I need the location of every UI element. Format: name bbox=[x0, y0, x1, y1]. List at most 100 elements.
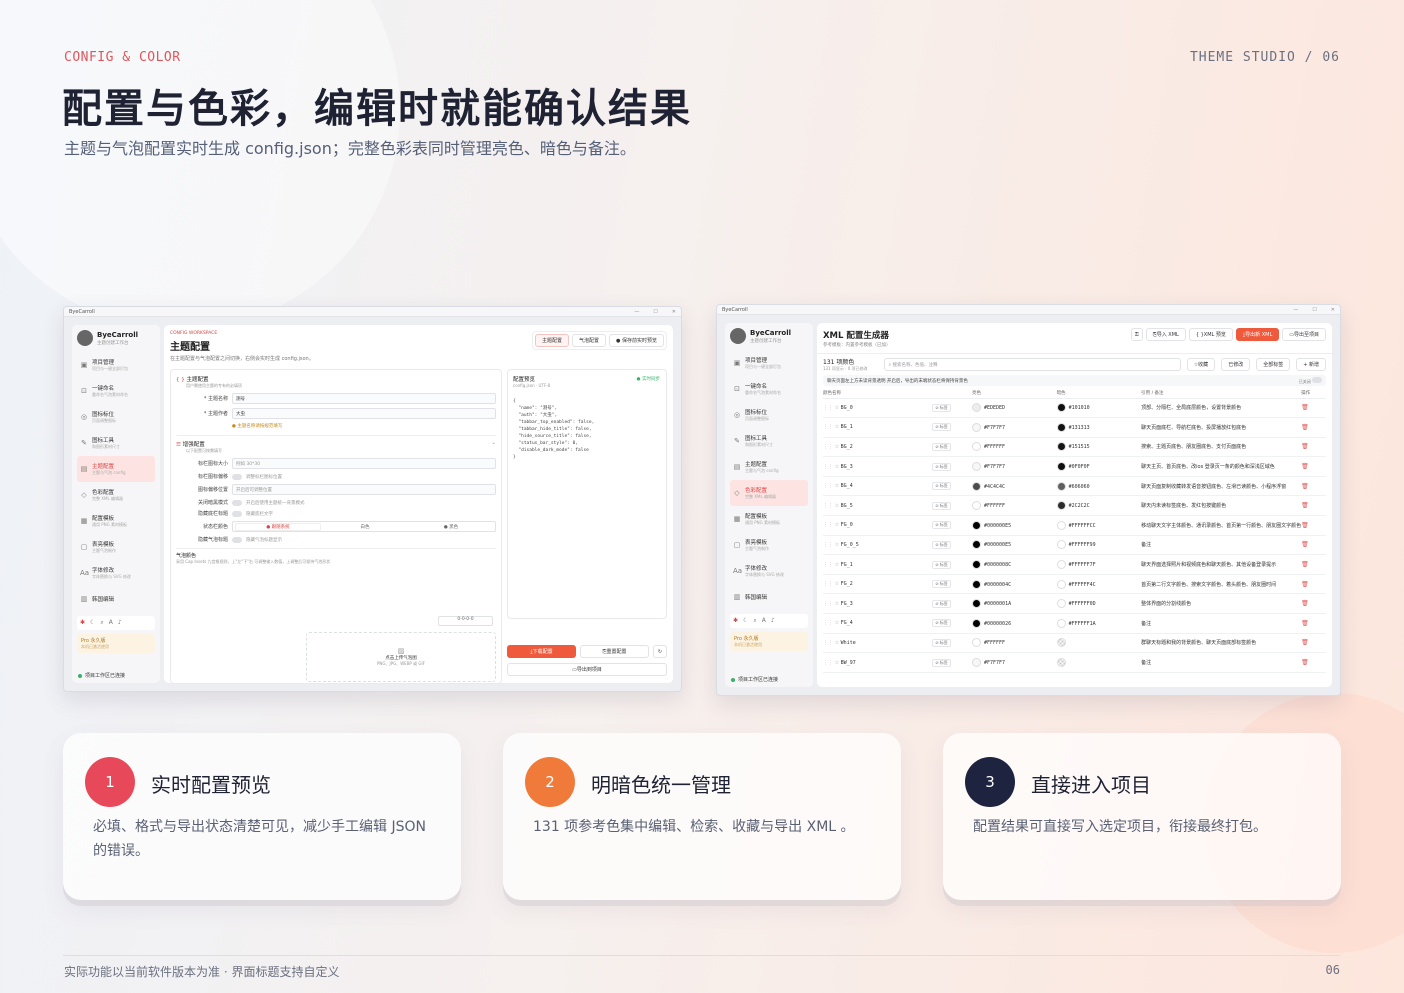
sidebar-item[interactable]: ▢ 表亮模板 主题气泡制作 bbox=[77, 534, 155, 560]
record-icon[interactable]: ✱ bbox=[733, 617, 738, 625]
sidebar-item[interactable]: Aa 字体修改 字体替换与 SVG 修改 bbox=[77, 560, 155, 586]
delete-icon[interactable]: 🗑 bbox=[1301, 561, 1309, 568]
drag-handle-icon[interactable]: ⋮⋮ bbox=[823, 640, 833, 646]
delete-icon[interactable]: 🗑 bbox=[1301, 541, 1309, 548]
export-xml-button[interactable]: ⤓ 导出新 XML bbox=[1235, 328, 1280, 341]
sound-icon[interactable]: ♪ bbox=[771, 617, 775, 625]
moon-icon[interactable]: ☾ bbox=[90, 619, 95, 627]
color-swatch[interactable] bbox=[971, 462, 981, 472]
color-swatch[interactable] bbox=[971, 520, 981, 530]
color-swatch[interactable] bbox=[1056, 540, 1066, 550]
dark-value[interactable]: #101010 bbox=[1066, 405, 1090, 411]
dark-value[interactable]: #FFFFFF4C bbox=[1066, 582, 1096, 588]
sidebar-item[interactable]: ▣ 项目管理 项目与一键全部打包 bbox=[77, 352, 155, 378]
refresh-icon[interactable]: ↻ bbox=[653, 645, 667, 658]
tag-button[interactable]: ⊘ 标签 bbox=[932, 599, 951, 608]
star-icon[interactable]: ☆ bbox=[835, 522, 839, 528]
light-value[interactable]: #0000004C bbox=[981, 582, 1011, 588]
table-row[interactable]: ⋮⋮ ☆ FG_4 ⊘ 标签 #00000026 #FFFFFF1A 备注 🗑 bbox=[823, 613, 1326, 634]
sidebar-item[interactable]: ▥ 韩国编辑 bbox=[77, 586, 155, 612]
tag-button[interactable]: ⊘ 标签 bbox=[932, 580, 951, 589]
table-row[interactable]: ⋮⋮ ☆ BW_97 ⊘ 标签 #F7F7F7 备注 🗑 bbox=[823, 652, 1326, 673]
tag-button[interactable]: ⊘ 标签 bbox=[932, 638, 951, 647]
sidebar-item[interactable]: ◎ 图标标位 页面调整图标 bbox=[77, 404, 155, 430]
star-icon[interactable]: ☆ bbox=[835, 640, 839, 646]
table-row[interactable]: ⋮⋮ ☆ BG_5 ⊘ 标签 #FFFFFF #2C2C2C 聊天内未读标签底色、发… bbox=[823, 495, 1326, 517]
color-swatch[interactable] bbox=[971, 579, 981, 589]
text-input[interactable]: 例如 30*30 bbox=[232, 458, 496, 469]
statusbar-option[interactable]: ● 黑色 bbox=[409, 524, 493, 530]
star-icon[interactable]: ☆ bbox=[835, 601, 839, 607]
star-icon[interactable]: ☆ bbox=[835, 620, 839, 626]
tag-button[interactable]: ⊘ 标签 bbox=[932, 521, 951, 530]
toggle-switch[interactable] bbox=[232, 499, 242, 506]
table-row[interactable]: ⋮⋮ ☆ BG_3 ⊘ 标签 #F7F7F7 #0F0F0F 聊天主页、首页底色、改… bbox=[823, 456, 1326, 477]
drag-handle-icon[interactable]: ⋮⋮ bbox=[823, 464, 833, 470]
drag-handle-icon[interactable]: ⋮⋮ bbox=[823, 444, 833, 450]
delete-icon[interactable]: 🗑 bbox=[1301, 483, 1309, 490]
color-swatch[interactable] bbox=[971, 658, 981, 668]
table-row[interactable]: ⋮⋮ ☆ White ⊘ 标签 #FFFFFF 群聊天标题和我的背景颜色、聊天页面… bbox=[823, 633, 1326, 654]
dark-value[interactable]: #FFFFFF99 bbox=[1066, 542, 1096, 548]
light-value[interactable]: #0000008C bbox=[981, 562, 1011, 568]
tag-button[interactable]: ⊘ 标签 bbox=[932, 403, 951, 412]
color-swatch[interactable] bbox=[1056, 442, 1066, 452]
light-value[interactable]: #F7F7F7 bbox=[981, 464, 1005, 470]
delete-icon[interactable]: 🗑 bbox=[1301, 581, 1309, 588]
sidebar-item[interactable]: ⊡ 一键命名 重命名气泡素材命名 bbox=[730, 376, 808, 402]
toggle-switch[interactable] bbox=[232, 536, 242, 543]
delete-icon[interactable]: 🗑 bbox=[1301, 424, 1309, 431]
light-value[interactable]: #0000001A bbox=[981, 601, 1011, 607]
dark-value[interactable]: #FFFFFF7F bbox=[1066, 562, 1096, 568]
delete-icon[interactable]: 🗑 bbox=[1301, 404, 1309, 411]
record-icon[interactable]: ✱ bbox=[80, 619, 85, 627]
modified-filter[interactable]: 已修改 bbox=[1221, 358, 1251, 371]
drag-handle-icon[interactable]: ⋮⋮ bbox=[823, 581, 833, 587]
color-swatch[interactable] bbox=[971, 599, 981, 609]
export-project-button[interactable]: ▭ 导出至项目 bbox=[1282, 328, 1326, 341]
star-icon[interactable]: ☆ bbox=[835, 660, 839, 666]
color-swatch[interactable] bbox=[1056, 462, 1066, 472]
light-value[interactable]: #00000026 bbox=[981, 621, 1011, 627]
color-swatch[interactable] bbox=[1056, 560, 1066, 570]
tag-button[interactable]: ⊘ 标签 bbox=[932, 501, 951, 510]
download-config-button[interactable]: ⤓ 下载配置 bbox=[507, 645, 576, 658]
add-color-button[interactable]: + 新增 bbox=[1296, 358, 1326, 371]
dark-value[interactable]: #FFFFFF0D bbox=[1066, 601, 1096, 607]
delete-icon[interactable]: 🗑 bbox=[1301, 600, 1309, 607]
star-icon[interactable]: ☆ bbox=[835, 562, 839, 568]
dark-value[interactable]: #131313 bbox=[1066, 425, 1090, 431]
drag-handle-icon[interactable]: ⋮⋮ bbox=[823, 542, 833, 548]
dark-value[interactable]: #0F0F0F bbox=[1066, 464, 1090, 470]
star-icon[interactable]: ☆ bbox=[835, 542, 839, 548]
drag-handle-icon[interactable]: ⋮⋮ bbox=[823, 562, 833, 568]
theme-name-input[interactable]: 测号 bbox=[232, 393, 496, 404]
drag-handle-icon[interactable]: ⋮⋮ bbox=[823, 660, 833, 666]
light-value[interactable]: #FFFFFF bbox=[981, 640, 1005, 646]
sidebar-item[interactable]: ▢ 表亮模板 主题气泡制作 bbox=[730, 532, 808, 558]
dark-value[interactable]: #FFFFFF1A bbox=[1066, 621, 1096, 627]
table-row[interactable]: ⋮⋮ ☆ FG_0 ⊘ 标签 #000000E5 #FFFFFFCC 移动聊天文字主… bbox=[823, 515, 1326, 536]
sidebar-item[interactable]: ▤ 主题配置 主题与气泡 config bbox=[730, 454, 808, 480]
tag-button[interactable]: ⊘ 标签 bbox=[932, 540, 951, 549]
color-swatch[interactable] bbox=[971, 442, 981, 452]
sidebar-item[interactable]: Aa 字体修改 字体替换与 SVG 修改 bbox=[730, 558, 808, 584]
drag-handle-icon[interactable]: ⋮⋮ bbox=[823, 405, 833, 411]
delete-icon[interactable]: 🗑 bbox=[1301, 659, 1309, 666]
tag-button[interactable]: ⊘ 标签 bbox=[932, 462, 951, 471]
reset-config-button[interactable]: ⎘ 重置配置 bbox=[580, 645, 649, 658]
light-value[interactable]: #FFFFFF bbox=[981, 444, 1005, 450]
delete-icon[interactable]: 🗑 bbox=[1301, 502, 1309, 509]
tag-button[interactable]: ⊘ 标签 bbox=[932, 482, 951, 491]
tag-button[interactable]: ⊘ 标签 bbox=[932, 442, 951, 451]
color-swatch[interactable] bbox=[971, 540, 981, 550]
delete-icon[interactable]: 🗑 bbox=[1301, 463, 1309, 470]
toggle-switch[interactable] bbox=[232, 510, 242, 517]
sidebar-item[interactable]: ◎ 图标标位 页面调整图标 bbox=[730, 402, 808, 428]
favorites-filter[interactable]: ☆ 收藏 bbox=[1186, 358, 1216, 371]
key-icon[interactable]: ⚿ bbox=[1130, 328, 1143, 341]
drag-handle-icon[interactable]: ⋮⋮ bbox=[823, 601, 833, 607]
tag-filter-select[interactable]: 全部标签 bbox=[1256, 358, 1291, 371]
delete-icon[interactable]: 🗑 bbox=[1301, 639, 1309, 646]
tag-button[interactable]: ⊘ 标签 bbox=[932, 619, 951, 628]
